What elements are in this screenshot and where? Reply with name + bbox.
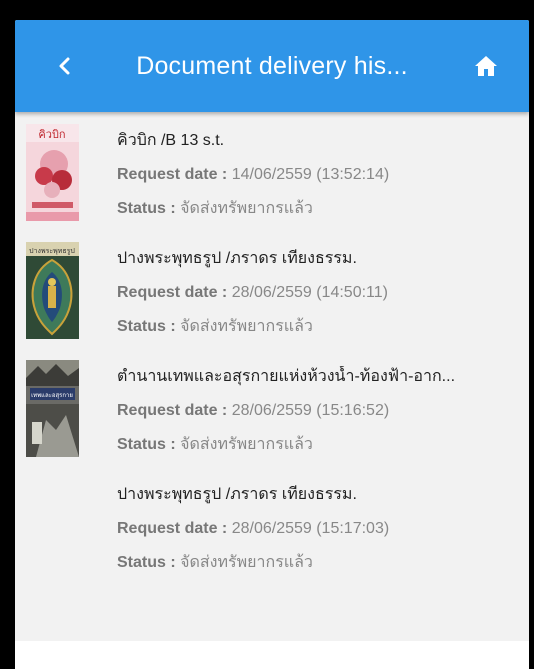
- list-item[interactable]: เทพและอสุรกาย ตำนานเทพและอสุรกายแห่งห้วง…: [15, 348, 529, 466]
- delivery-list: คิวบิก คิวบิก /B 13 s.t. Request date : …: [15, 112, 529, 584]
- list-item[interactable]: ปางพระพุทธรูป /ภราดร เทียงธรรม. Request …: [15, 466, 529, 584]
- status-label: Status :: [117, 436, 176, 453]
- status-row: Status : จัดส่งทรัพยากรแล้ว: [117, 198, 523, 220]
- list-footer: [15, 641, 529, 669]
- book-title: ปางพระพุทธรูป /ภราดร เทียงธรรม.: [117, 486, 357, 503]
- list-item[interactable]: คิวบิก คิวบิก /B 13 s.t. Request date : …: [15, 112, 529, 230]
- request-date-row: Request date : 28/06/2559 (15:17:03): [117, 518, 523, 540]
- home-button[interactable]: [473, 53, 499, 79]
- cover-title: คิวบิก: [38, 128, 65, 141]
- request-date-row: Request date : 28/06/2559 (14:50:11): [117, 282, 523, 304]
- book-cover: ปางพระพุทธรูป: [26, 242, 79, 339]
- status-value: จัดส่งทรัพยากรแล้ว: [180, 436, 313, 453]
- status-label: Status :: [117, 554, 176, 571]
- status-row: Status : จัดส่งทรัพยากรแล้ว: [117, 552, 523, 574]
- list-item[interactable]: ปางพระพุทธรูป ปางพระพุทธรูป /ภราดร เทียง…: [15, 230, 529, 348]
- status-row: Status : จัดส่งทรัพยากรแล้ว: [117, 434, 523, 456]
- book-cover: คิวบิก: [26, 124, 79, 221]
- book-cover-image: คิวบิก: [26, 124, 79, 221]
- request-date-label: Request date :: [117, 520, 228, 537]
- page-title: Document delivery his...: [136, 51, 408, 80]
- cover-title: ปางพระพุทธรูป: [29, 247, 75, 255]
- book-cover-image: เทพและอสุรกาย: [26, 360, 79, 457]
- request-date-row: Request date : 14/06/2559 (13:52:14): [117, 164, 523, 186]
- request-date-label: Request date :: [117, 402, 228, 419]
- book-title: ตำนานเทพและอสุรกายแห่งห้วงน้ำ-ท้องฟ้า-อา…: [117, 368, 456, 385]
- request-date-value: 28/06/2559 (15:17:03): [231, 520, 390, 537]
- request-date-row: Request date : 28/06/2559 (15:16:52): [117, 400, 523, 422]
- status-label: Status :: [117, 200, 176, 217]
- cover-title: เทพและอสุรกาย: [31, 392, 73, 399]
- chevron-left-icon: [59, 57, 70, 75]
- book-title: ปางพระพุทธรูป /ภราดร เทียงธรรม.: [117, 250, 357, 267]
- book-title: คิวบิก /B 13 s.t.: [117, 132, 225, 149]
- request-date-value: 14/06/2559 (13:52:14): [231, 166, 390, 183]
- book-cover: เทพและอสุรกาย: [26, 360, 79, 457]
- status-label: Status :: [117, 318, 176, 335]
- request-date-label: Request date :: [117, 284, 228, 301]
- request-date-value: 28/06/2559 (15:16:52): [231, 402, 390, 419]
- book-cover-image: ปางพระพุทธรูป: [26, 242, 79, 339]
- app-screen: Document delivery his... คิวบิก คิวบิก /…: [15, 20, 529, 669]
- back-button[interactable]: [51, 50, 79, 82]
- home-icon: [475, 56, 497, 76]
- request-date-value: 28/06/2559 (14:50:11): [231, 284, 388, 301]
- status-value: จัดส่งทรัพยากรแล้ว: [180, 318, 313, 335]
- app-bar: Document delivery his...: [15, 20, 529, 112]
- status-row: Status : จัดส่งทรัพยากรแล้ว: [117, 316, 523, 338]
- status-value: จัดส่งทรัพยากรแล้ว: [180, 200, 313, 217]
- status-value: จัดส่งทรัพยากรแล้ว: [180, 554, 313, 571]
- request-date-label: Request date :: [117, 166, 228, 183]
